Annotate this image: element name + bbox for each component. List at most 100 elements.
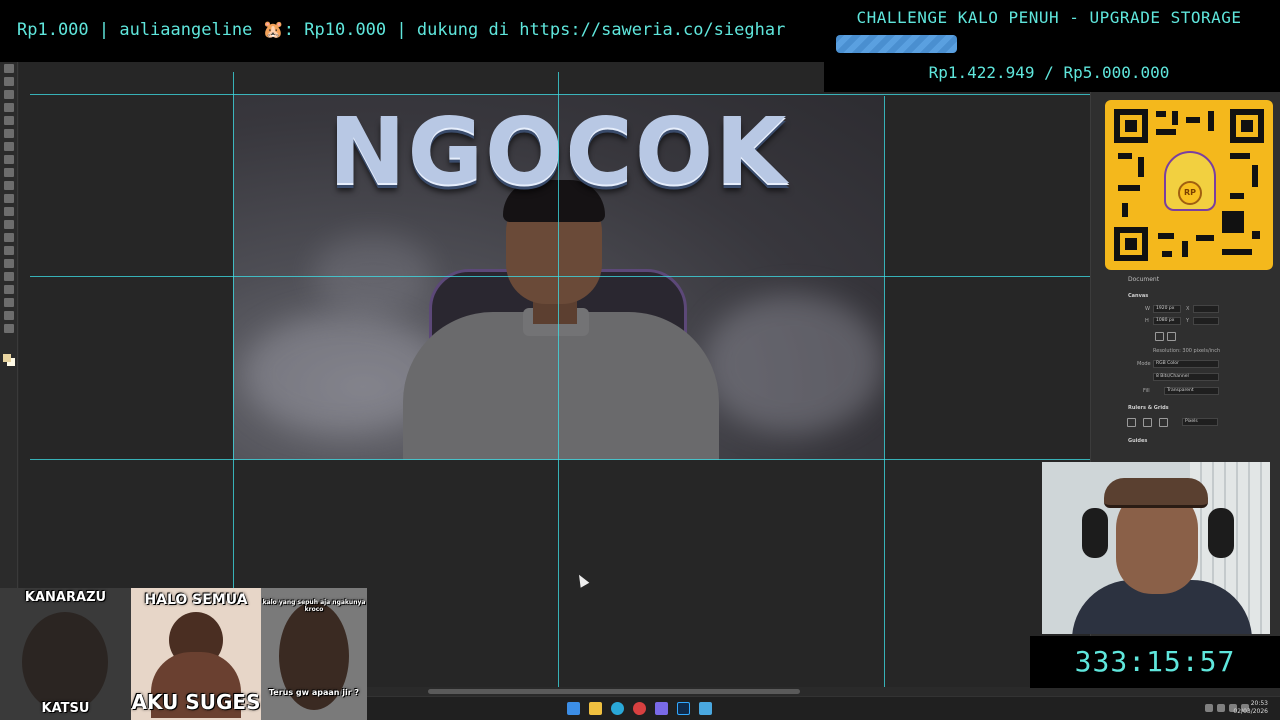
- y-field[interactable]: [1193, 317, 1219, 325]
- brush-tool-icon[interactable]: [4, 155, 14, 164]
- qr-finder-pattern: [1230, 109, 1264, 143]
- clock-time: 20:53: [1250, 700, 1268, 707]
- qr-finder-pattern: [1114, 109, 1148, 143]
- qr-module: [1118, 185, 1140, 191]
- resolution-label: Resolution: 300 pixels/inch: [1153, 348, 1221, 354]
- path-select-icon[interactable]: [4, 272, 14, 281]
- qr-module: [1162, 251, 1172, 257]
- network-icon[interactable]: [1217, 704, 1225, 712]
- canvas-section-title[interactable]: Canvas: [1128, 293, 1148, 299]
- qr-module: [1122, 203, 1128, 217]
- color-mode-select[interactable]: RGB Color: [1153, 360, 1219, 368]
- meme-caption-bottom: Terus gw apaan jir ?: [268, 688, 360, 697]
- blur-tool-icon[interactable]: [4, 220, 14, 229]
- crop-tool-icon[interactable]: [4, 103, 14, 112]
- qr-module: [1156, 111, 1166, 117]
- qr-module: [1158, 233, 1174, 239]
- width-label: W: [1145, 306, 1150, 312]
- fill-select[interactable]: Transparent: [1164, 387, 1219, 395]
- stream-timer: 333:15:57: [1030, 636, 1280, 688]
- meme-tile-2: HALO SEMUA AKU SUGES: [131, 588, 261, 720]
- guide-line-vertical[interactable]: [558, 72, 559, 687]
- bit-depth-select[interactable]: 8 Bits/Channel: [1153, 373, 1219, 381]
- height-label: H: [1145, 318, 1149, 324]
- move-tool-icon[interactable]: [4, 64, 14, 73]
- mode-label: Mode: [1137, 361, 1151, 367]
- qr-module: [1196, 235, 1214, 241]
- file-explorer-icon[interactable]: [589, 702, 602, 715]
- more-tools-icon[interactable]: [4, 324, 14, 333]
- meme-tile-1: KANARAZU KATSU: [0, 588, 131, 720]
- orientation-portrait-icon[interactable]: [1155, 332, 1164, 341]
- type-tool-icon[interactable]: [4, 259, 14, 268]
- qr-grid: RP: [1112, 107, 1266, 263]
- dodge-tool-icon[interactable]: [4, 233, 14, 242]
- history-brush-icon[interactable]: [4, 181, 14, 190]
- zoom-tool-icon[interactable]: [4, 311, 14, 320]
- edge-browser-icon[interactable]: [611, 702, 624, 715]
- challenge-amount: Rp1.422.949 / Rp5.000.000: [928, 63, 1170, 82]
- qr-finder-pattern: [1114, 227, 1148, 261]
- shape-tool-icon[interactable]: [4, 285, 14, 294]
- hand-tool-icon[interactable]: [4, 298, 14, 307]
- meme-caption-top: HALO SEMUA: [144, 592, 248, 608]
- foreground-color-swatch[interactable]: [3, 354, 11, 362]
- discord-icon[interactable]: [655, 702, 668, 715]
- horizontal-scrollbar[interactable]: [428, 689, 800, 694]
- coin-icon: RP: [1178, 181, 1202, 205]
- guides-icon[interactable]: [1159, 418, 1168, 427]
- qr-module: [1186, 117, 1200, 123]
- pen-tool-icon[interactable]: [4, 246, 14, 255]
- donation-ticker-bar: Rp1.000 | auliaangeline 🐹: Rp10.000 | du…: [0, 0, 830, 62]
- chrome-browser-icon[interactable]: [633, 702, 646, 715]
- start-menu-icon[interactable]: [567, 702, 580, 715]
- tray-chevron-icon[interactable]: [1205, 704, 1213, 712]
- units-select[interactable]: Pixels: [1182, 418, 1218, 426]
- marquee-tool-icon[interactable]: [4, 77, 14, 86]
- eraser-tool-icon[interactable]: [4, 194, 14, 203]
- qr-module: [1252, 165, 1258, 187]
- taskbar-clock[interactable]: 20:53 02/03/2026: [1233, 700, 1268, 716]
- qr-module: [1230, 193, 1244, 199]
- windows-taskbar: 20:53 02/03/2026: [367, 696, 1280, 720]
- height-field[interactable]: 1080 px: [1153, 317, 1181, 325]
- challenge-progress-fill: [836, 35, 958, 53]
- frame-tool-icon[interactable]: [4, 116, 14, 125]
- x-label: X: [1186, 306, 1190, 312]
- lasso-tool-icon[interactable]: [4, 90, 14, 99]
- donation-qr-code: RP: [1105, 100, 1273, 270]
- guide-line-vertical[interactable]: [884, 96, 885, 687]
- qr-module: [1230, 153, 1250, 159]
- guide-line-horizontal[interactable]: [30, 459, 1090, 460]
- x-field[interactable]: [1193, 305, 1219, 313]
- meme-tile-3: kalo yang sepuh aja ngakunya kroco Terus…: [261, 588, 367, 720]
- grid-icon[interactable]: [1143, 418, 1152, 427]
- challenge-title: CHALLENGE KALO PENUH - UPGRADE STORAGE: [856, 8, 1242, 27]
- fill-label: Fill: [1143, 388, 1150, 394]
- challenge-goal-box: CHALLENGE KALO PENUH - UPGRADE STORAGE R…: [824, 0, 1280, 92]
- properties-tab-document[interactable]: Document: [1128, 276, 1159, 283]
- orientation-landscape-icon[interactable]: [1167, 332, 1176, 341]
- rulers-grids-section-title[interactable]: Rulers & Grids: [1128, 405, 1169, 411]
- qr-module: [1222, 249, 1252, 255]
- donation-ticker-text: Rp1.000 | auliaangeline 🐹: Rp10.000 | du…: [17, 20, 786, 40]
- clock-date: 02/03/2026: [1233, 708, 1268, 715]
- guides-section-title[interactable]: Guides: [1128, 438, 1147, 444]
- y-label: Y: [1186, 318, 1190, 324]
- photoshop-icon[interactable]: [677, 702, 690, 715]
- meme-face-image: [22, 612, 108, 712]
- challenge-progress-track: [836, 35, 1262, 53]
- guide-line-horizontal[interactable]: [30, 276, 1090, 277]
- gradient-tool-icon[interactable]: [4, 207, 14, 216]
- smoke-effect: [313, 234, 433, 314]
- app-icon[interactable]: [699, 702, 712, 715]
- healing-tool-icon[interactable]: [4, 142, 14, 151]
- stamp-tool-icon[interactable]: [4, 168, 14, 177]
- meme-caption-bottom: KATSU: [41, 701, 90, 716]
- eyedropper-tool-icon[interactable]: [4, 129, 14, 138]
- width-field[interactable]: 1920 px: [1153, 305, 1181, 313]
- ruler-icon[interactable]: [1127, 418, 1136, 427]
- qr-module: [1118, 153, 1132, 159]
- webcam-feed: [1042, 462, 1270, 634]
- guide-line-horizontal[interactable]: [30, 94, 1090, 95]
